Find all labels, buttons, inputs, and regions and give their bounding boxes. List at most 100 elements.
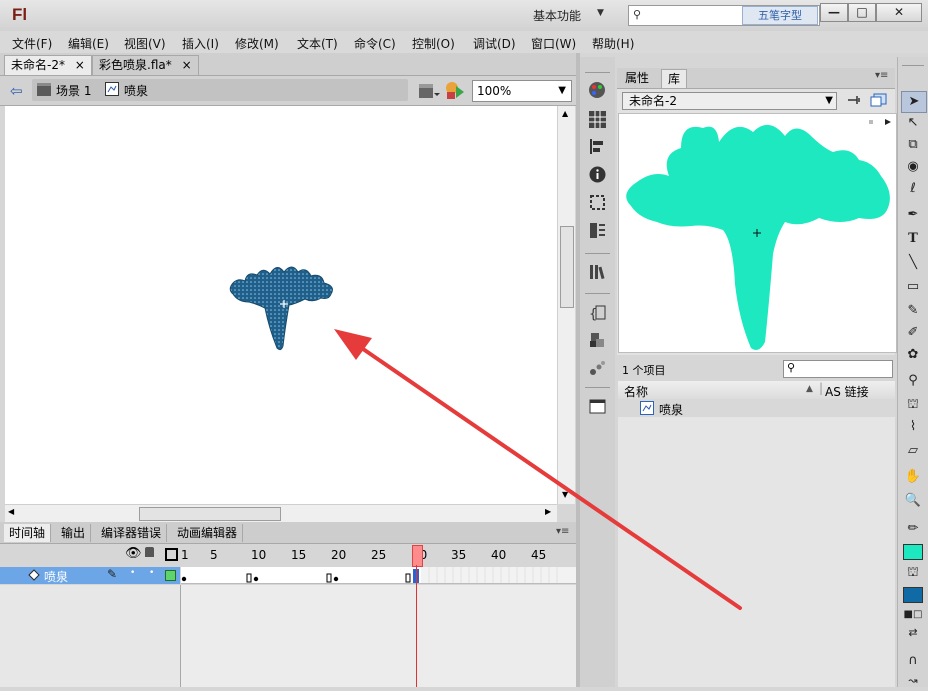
library-icon[interactable] bbox=[588, 262, 607, 281]
menu-file[interactable]: 文件(F) bbox=[12, 35, 52, 52]
visibility-dot[interactable]: • bbox=[130, 568, 135, 578]
snap-magnet-icon[interactable]: ∩ bbox=[901, 651, 925, 671]
vertical-scroll-thumb[interactable] bbox=[560, 226, 574, 308]
eye-icon[interactable]: 👁 bbox=[125, 546, 142, 561]
fountain-symbol-instance[interactable] bbox=[225, 256, 337, 356]
eraser-tool-icon[interactable]: ▱ bbox=[901, 441, 925, 461]
frame-ruler[interactable]: 1 5 10 15 20 25 30 35 40 45 bbox=[181, 544, 576, 566]
stroke-color-swatch[interactable] bbox=[903, 544, 923, 560]
horizontal-scroll-thumb[interactable] bbox=[139, 507, 281, 521]
selection-tool-icon[interactable]: ➤ bbox=[901, 91, 927, 113]
components-icon[interactable] bbox=[588, 331, 607, 350]
panel-menu-icon[interactable]: ▾≡ bbox=[556, 526, 569, 537]
lock-icon[interactable] bbox=[145, 547, 154, 557]
stage-vertical-scrollbar[interactable]: ▲ ▼ bbox=[557, 106, 575, 504]
lock-dot[interactable]: • bbox=[149, 568, 154, 578]
preview-play-icon[interactable] bbox=[885, 119, 891, 125]
layer-name[interactable]: 喷泉 bbox=[44, 568, 68, 585]
smooth-icon[interactable]: ↝ bbox=[901, 671, 925, 691]
library-search-input[interactable]: ⚲ bbox=[783, 360, 893, 378]
transform-icon[interactable] bbox=[588, 193, 607, 212]
menu-text[interactable]: 文本(T) bbox=[297, 35, 338, 52]
layer-outline-color[interactable] bbox=[165, 570, 176, 581]
info-icon[interactable] bbox=[588, 165, 607, 184]
preview-stop-icon[interactable] bbox=[869, 120, 873, 124]
doc-tab-untitled[interactable]: 未命名-2* × bbox=[4, 55, 92, 75]
layer-row[interactable]: 喷泉 ✎ • • bbox=[0, 567, 180, 584]
eyedropper-tool-icon[interactable]: ⌇ bbox=[901, 417, 925, 437]
new-library-panel-icon[interactable] bbox=[870, 92, 888, 108]
menu-control[interactable]: 控制(O) bbox=[412, 35, 455, 52]
menu-view[interactable]: 视图(V) bbox=[124, 35, 166, 52]
hand-tool-icon[interactable]: ✋ bbox=[901, 467, 925, 487]
subselection-tool-icon[interactable]: ↖ bbox=[901, 113, 925, 133]
outline-icon[interactable] bbox=[165, 548, 178, 561]
paint-bucket-tool-icon[interactable]: ⛫ bbox=[901, 395, 925, 415]
lasso-tool-icon[interactable]: ℓ bbox=[901, 179, 925, 199]
edit-scene-icon[interactable] bbox=[418, 81, 440, 101]
free-transform-tool-icon[interactable]: ⧉ bbox=[901, 135, 925, 155]
3d-rotation-tool-icon[interactable]: ◉ bbox=[901, 157, 925, 177]
breadcrumb-symbol[interactable]: 喷泉 bbox=[124, 82, 148, 99]
swap-colors-icon[interactable]: ⇄ bbox=[901, 623, 925, 643]
menu-window[interactable]: 窗口(W) bbox=[531, 35, 576, 52]
color-icon[interactable] bbox=[588, 81, 607, 100]
maximize-button[interactable]: □ bbox=[848, 3, 876, 22]
chevron-down-icon[interactable]: ▼ bbox=[597, 8, 604, 18]
zoom-select[interactable]: 100% ▼ bbox=[472, 80, 572, 102]
frame-strip[interactable] bbox=[181, 567, 576, 584]
tab-motion-editor[interactable]: 动画编辑器 bbox=[172, 524, 244, 542]
output-panel-icon[interactable] bbox=[588, 397, 607, 416]
menu-modify[interactable]: 修改(M) bbox=[235, 35, 279, 52]
close-icon[interactable]: × bbox=[182, 58, 192, 72]
menu-help[interactable]: 帮助(H) bbox=[592, 35, 634, 52]
doc-tab-fountain[interactable]: 彩色喷泉.fla* × bbox=[92, 55, 199, 75]
scroll-up-icon[interactable]: ▲ bbox=[562, 109, 568, 118]
close-icon[interactable]: × bbox=[75, 58, 85, 72]
pen-tool-icon[interactable]: ✒ bbox=[901, 205, 925, 225]
history-icon[interactable] bbox=[588, 221, 607, 240]
line-tool-icon[interactable]: ╲ bbox=[901, 253, 925, 273]
scroll-left-icon[interactable]: ◀ bbox=[8, 507, 14, 516]
column-linkage[interactable]: AS 链接 bbox=[825, 383, 869, 400]
tab-output[interactable]: 输出 bbox=[56, 524, 92, 542]
deco-tool-icon[interactable]: ✿ bbox=[901, 345, 925, 365]
rectangle-tool-icon[interactable]: ▭ bbox=[901, 277, 925, 297]
library-document-select[interactable]: 未命名-2 ▼ bbox=[622, 92, 837, 110]
workspace-switcher[interactable]: 基本功能 bbox=[533, 7, 581, 24]
scroll-right-icon[interactable]: ▶ bbox=[545, 507, 551, 516]
menu-debug[interactable]: 调试(D) bbox=[473, 35, 516, 52]
playhead-handle[interactable] bbox=[412, 545, 423, 567]
panel-menu-icon[interactable]: ▾≡ bbox=[875, 70, 888, 81]
close-button[interactable]: ✕ bbox=[876, 3, 922, 22]
default-colors-icon[interactable]: ■□ bbox=[901, 605, 925, 625]
pin-library-icon[interactable] bbox=[846, 93, 862, 107]
sort-up-icon[interactable]: ▲ bbox=[806, 384, 813, 394]
actions-icon[interactable]: { bbox=[588, 303, 607, 322]
bone-tool-icon[interactable]: ⚲ bbox=[901, 371, 925, 391]
stage-horizontal-scrollbar[interactable]: ◀ ▶ bbox=[5, 504, 557, 522]
tab-timeline[interactable]: 时间轴 bbox=[4, 524, 52, 542]
column-name[interactable]: 名称 bbox=[624, 383, 648, 400]
back-arrow-icon[interactable]: ⇦ bbox=[10, 82, 23, 100]
text-tool-icon[interactable]: T bbox=[901, 229, 925, 249]
motion-presets-icon[interactable] bbox=[588, 359, 607, 378]
edit-symbols-icon[interactable] bbox=[444, 80, 468, 102]
menu-insert[interactable]: 插入(I) bbox=[182, 35, 219, 52]
tab-library[interactable]: 库 bbox=[661, 69, 688, 88]
menu-commands[interactable]: 命令(C) bbox=[354, 35, 396, 52]
scroll-down-icon[interactable]: ▼ bbox=[562, 490, 568, 499]
fill-color-swatch[interactable] bbox=[903, 587, 923, 603]
menu-edit[interactable]: 编辑(E) bbox=[68, 35, 109, 52]
brush-tool-icon[interactable]: ✐ bbox=[901, 323, 925, 343]
tab-compiler-errors[interactable]: 编译器错误 bbox=[96, 524, 168, 542]
zoom-tool-icon[interactable]: 🔍 bbox=[901, 491, 925, 511]
stage-canvas[interactable] bbox=[5, 106, 557, 504]
minimize-button[interactable]: — bbox=[820, 3, 848, 22]
library-item[interactable]: 喷泉 bbox=[618, 399, 895, 417]
tab-properties[interactable]: 属性 bbox=[619, 69, 656, 87]
align-icon[interactable] bbox=[588, 137, 607, 156]
pencil-tool-icon[interactable]: ✎ bbox=[901, 301, 925, 321]
breadcrumb-scene[interactable]: 场景 1 bbox=[56, 82, 91, 99]
swatches-icon[interactable] bbox=[588, 110, 607, 129]
